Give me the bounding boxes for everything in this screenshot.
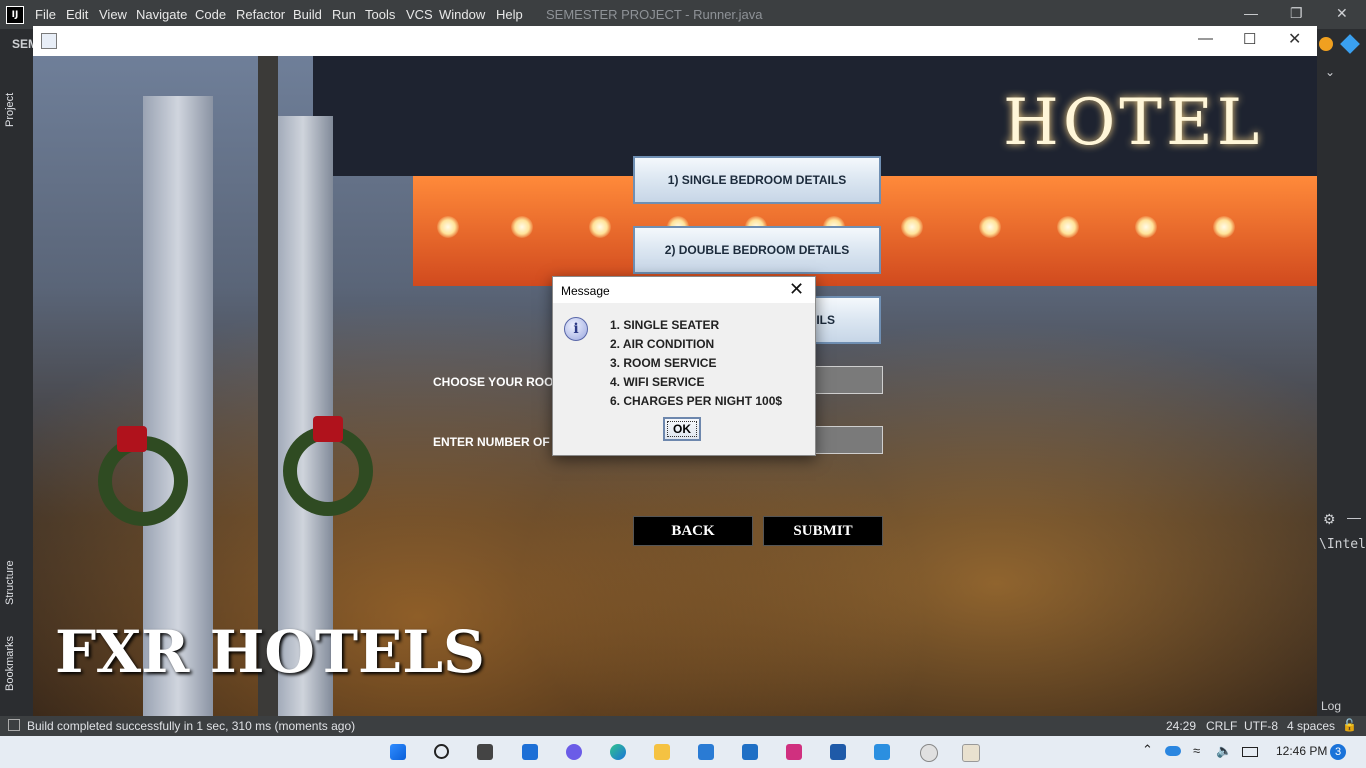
chevron-down-icon[interactable]: ⌄: [1325, 65, 1335, 79]
indent-setting[interactable]: 4 spaces: [1287, 719, 1335, 733]
windows-taskbar: ⌃ ≈ 🔈 12:46 PM 3: [0, 736, 1366, 768]
menu-view[interactable]: View: [99, 7, 127, 22]
gear-icon[interactable]: ⚙: [1323, 511, 1336, 528]
feature-line: 6. CHARGES PER NIGHT 100$: [610, 394, 783, 408]
dialog-close-icon[interactable]: ✕: [789, 279, 804, 300]
submit-button[interactable]: SUBMIT: [763, 516, 883, 546]
light-bulb: [1057, 216, 1079, 238]
light-bulb: [589, 216, 611, 238]
menu-file[interactable]: File: [35, 7, 56, 22]
menu-vcs[interactable]: VCS: [406, 7, 433, 22]
task-view-icon[interactable]: [477, 744, 493, 760]
chevron-up-icon[interactable]: ⌃: [1142, 742, 1153, 758]
ok-button[interactable]: OK: [663, 417, 701, 441]
java-taskbar-icon[interactable]: [962, 744, 980, 762]
double-bedroom-details-button[interactable]: 2) DOUBLE BEDROOM DETAILS: [633, 226, 881, 274]
caret-position[interactable]: 24:29: [1166, 719, 1196, 733]
feature-line: 1. SINGLE SEATER: [610, 318, 720, 332]
onedrive-icon[interactable]: [1165, 746, 1181, 756]
edge-icon[interactable]: [610, 744, 626, 760]
info-icon: i: [564, 317, 588, 341]
light-bulb: [1135, 216, 1157, 238]
message-dialog: Message ✕ i 1. SINGLE SEATER 2. AIR COND…: [552, 276, 816, 456]
street-pole: [258, 56, 278, 716]
start-icon[interactable]: [390, 744, 406, 760]
chat-icon[interactable]: [566, 744, 582, 760]
update-icon[interactable]: [1319, 37, 1333, 51]
file-encoding[interactable]: UTF-8: [1244, 719, 1278, 733]
brand-title: FXR HOTELS: [55, 618, 485, 686]
build-status-message: Build completed successfully in 1 sec, 3…: [27, 719, 356, 733]
event-log-tab[interactable]: Log: [1321, 699, 1341, 713]
menu-edit[interactable]: Edit: [66, 7, 88, 22]
project-side-tab[interactable]: Project: [4, 67, 20, 127]
widgets-icon[interactable]: [522, 744, 538, 760]
java-app-icon: [41, 33, 57, 49]
menu-build[interactable]: Build: [293, 7, 322, 22]
terminal-path-text: \Intel: [1319, 537, 1366, 552]
app-titlebar: — ☐ ✕: [33, 26, 1317, 56]
ide-left-toolstrip: SEM Project Structure Bookmarks: [0, 29, 38, 716]
notification-badge[interactable]: 3: [1330, 744, 1346, 760]
menu-refactor[interactable]: Refactor: [236, 7, 285, 22]
menu-run[interactable]: Run: [332, 7, 356, 22]
feature-line: 2. AIR CONDITION: [610, 337, 715, 351]
wreath-bow: [117, 426, 147, 452]
battery-icon[interactable]: [1242, 747, 1258, 757]
vscode-icon[interactable]: [874, 744, 890, 760]
wifi-icon[interactable]: ≈: [1193, 743, 1200, 758]
ide-window-title: SEMESTER PROJECT - Runner.java: [546, 7, 763, 22]
feature-line: 4. WIFI SERVICE: [610, 375, 705, 389]
ide-close-icon[interactable]: ✕: [1336, 5, 1348, 22]
line-separator[interactable]: CRLF: [1206, 719, 1237, 733]
volume-icon[interactable]: 🔈: [1216, 743, 1232, 759]
dialog-titlebar: Message ✕: [553, 277, 815, 303]
ide-statusbar: Build completed successfully in 1 sec, 3…: [0, 716, 1366, 736]
bookmarks-side-tab[interactable]: Bookmarks: [4, 611, 20, 691]
choose-room-label: CHOOSE YOUR ROOM: [433, 375, 564, 389]
app-close-icon[interactable]: ✕: [1288, 29, 1301, 49]
light-bulb: [1213, 216, 1235, 238]
ide-right-panel: ⌄ ⚙ — \Intel Log: [1317, 29, 1366, 716]
plugin-icon[interactable]: [1340, 34, 1360, 54]
menu-code[interactable]: Code: [195, 7, 226, 22]
lock-icon[interactable]: 🔓: [1342, 718, 1357, 732]
structure-side-tab[interactable]: Structure: [4, 525, 20, 605]
tool-window-icon[interactable]: [8, 719, 20, 731]
file-explorer-icon[interactable]: [654, 744, 670, 760]
menu-navigate[interactable]: Navigate: [136, 7, 187, 22]
ide-menubar: IJ File Edit View Navigate Code Refactor…: [0, 0, 1366, 29]
menu-tools[interactable]: Tools: [365, 7, 395, 22]
light-bulb: [437, 216, 459, 238]
enter-number-label: ENTER NUMBER OF: [433, 435, 550, 449]
back-button[interactable]: BACK: [633, 516, 753, 546]
light-bulb: [979, 216, 1001, 238]
wreath-bow: [313, 416, 343, 442]
intellij-taskbar-icon[interactable]: [786, 744, 802, 760]
ide-restore-icon[interactable]: ❐: [1290, 5, 1303, 22]
app-minimize-icon[interactable]: —: [1198, 30, 1213, 47]
light-bulb: [901, 216, 923, 238]
ide-minimize-icon[interactable]: —: [1244, 5, 1258, 21]
chrome-icon[interactable]: [920, 744, 938, 762]
dialog-title: Message: [561, 284, 610, 298]
feature-line: 3. ROOM SERVICE: [610, 356, 717, 370]
mail-icon[interactable]: [698, 744, 714, 760]
menu-window[interactable]: Window: [439, 7, 485, 22]
single-bedroom-details-button[interactable]: 1) SINGLE BEDROOM DETAILS: [633, 156, 881, 204]
menu-help[interactable]: Help: [496, 7, 523, 22]
word-icon[interactable]: [830, 744, 846, 760]
intellij-logo-icon[interactable]: IJ: [6, 6, 24, 24]
clock-time[interactable]: 12:46 PM: [1276, 744, 1327, 758]
store-icon[interactable]: [742, 744, 758, 760]
minimize-panel-icon[interactable]: —: [1347, 509, 1361, 525]
app-maximize-icon[interactable]: ☐: [1243, 30, 1256, 48]
hotel-sign: HOTEL: [1003, 86, 1264, 160]
light-bulb: [511, 216, 533, 238]
search-icon[interactable]: [434, 744, 449, 759]
